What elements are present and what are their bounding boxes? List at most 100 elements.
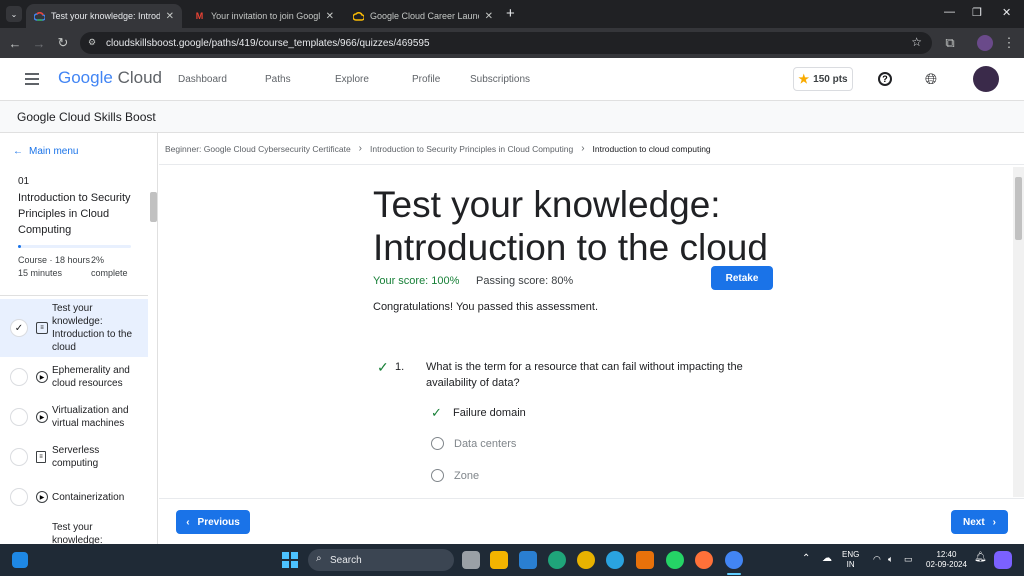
language-globe-icon[interactable]: 🌐︎	[925, 71, 937, 88]
tab-title: Google Cloud Career Launchpa	[370, 11, 479, 21]
completion-label: complete	[91, 268, 128, 278]
next-button[interactable]: Next ›	[951, 510, 1008, 534]
page-title-line2: Introduction to the cloud	[373, 227, 768, 268]
copilot-icon[interactable]	[994, 551, 1012, 569]
clock[interactable]: 12:40 02-09-2024	[926, 550, 967, 570]
breadcrumb-divider	[159, 164, 1024, 165]
option-data-centers[interactable]: Data centers	[431, 437, 516, 450]
main-scrollbar-thumb[interactable]	[1015, 177, 1022, 240]
sidebar-item-quiz-next[interactable]: Test your knowledge:	[0, 517, 148, 544]
document-icon: ≡	[36, 451, 46, 463]
google-cloud-icon	[353, 11, 364, 22]
tray-overflow-icon[interactable]: ⌃	[802, 554, 810, 564]
language-indicator[interactable]: ENG IN	[842, 550, 859, 570]
option-label: Data centers	[454, 437, 517, 450]
breadcrumb-course[interactable]: Introduction to Security Principles in C…	[370, 144, 573, 154]
sidebar-item-virtualization[interactable]: ▶ Virtualization and virtual machines	[0, 401, 148, 433]
chevron-right-icon: ›	[992, 516, 997, 528]
search-label: Search	[330, 554, 362, 566]
battery-icon[interactable]: ▭	[904, 554, 913, 564]
widgets-icon[interactable]	[12, 552, 28, 568]
back-icon[interactable]: ←	[7, 35, 23, 51]
telegram-icon[interactable]	[606, 551, 624, 569]
option-failure-domain[interactable]: ✓ Failure domain	[431, 405, 526, 421]
browser-tab[interactable]: M Your invitation to join Google C ✕	[186, 4, 342, 28]
firefox-icon[interactable]	[695, 551, 713, 569]
edge-icon[interactable]	[548, 551, 566, 569]
nav-paths[interactable]: Paths	[265, 74, 291, 85]
close-icon[interactable]: ✕	[485, 11, 493, 22]
main-content: Beginner: Google Cloud Cybersecurity Cer…	[159, 133, 1024, 544]
file-explorer-icon[interactable]	[490, 551, 508, 569]
bookmark-star-icon[interactable]: ☆	[911, 35, 922, 49]
url-field[interactable]: ⚙ cloudskillsboost.google/paths/419/cour…	[80, 32, 932, 54]
chevron-right-icon: ›	[581, 143, 585, 154]
gmail-icon: M	[195, 11, 204, 21]
hamburger-menu-icon[interactable]	[25, 73, 39, 85]
chrome-icon[interactable]	[577, 551, 595, 569]
site-info-icon[interactable]: ⚙	[88, 37, 96, 48]
chrome-active-icon[interactable]	[725, 551, 743, 569]
lang-line1: ENG	[842, 550, 860, 559]
retake-button[interactable]: Retake	[711, 266, 773, 290]
nav-dashboard[interactable]: Dashboard	[178, 74, 227, 85]
breadcrumb-current: Introduction to cloud computing	[592, 143, 711, 154]
option-zone[interactable]: Zone	[431, 469, 479, 482]
help-icon[interactable]: ?	[878, 72, 892, 86]
sidebar-item-serverless[interactable]: ≡ Serverless computing	[0, 441, 148, 473]
nav-explore[interactable]: Explore	[335, 74, 369, 85]
play-video-icon: ▶	[36, 371, 48, 383]
task-view-icon[interactable]	[462, 551, 480, 569]
vscode-icon[interactable]	[519, 551, 537, 569]
start-button[interactable]	[282, 552, 298, 568]
browser-tab[interactable]: Google Cloud Career Launchpa ✕	[345, 4, 501, 28]
google-cloud-logo[interactable]: Google Cloud	[58, 68, 162, 88]
nav-profile[interactable]: Profile	[412, 74, 440, 85]
sidebar-scrollbar[interactable]	[150, 192, 157, 222]
browser-tab-active[interactable]: Test your knowledge: Introducti ✕	[26, 4, 182, 28]
minimize-icon[interactable]: —	[944, 6, 955, 18]
points-label: 150 pts	[813, 73, 848, 85]
whatsapp-icon[interactable]	[666, 551, 684, 569]
sidebar-item-label: Virtualization and virtual machines	[52, 405, 129, 429]
tab-title: Your invitation to join Google C	[211, 11, 320, 21]
breadcrumb-certificate[interactable]: Beginner: Google Cloud Cybersecurity Cer…	[165, 144, 351, 154]
sidebar-item-label: Test your knowledge:	[52, 522, 103, 544]
module-progress-fill	[18, 245, 22, 248]
sidebar-item-quiz-intro-cloud[interactable]: ✓ ≡ Test your knowledge: Introduction to…	[0, 299, 148, 357]
onedrive-icon[interactable]: ☁	[822, 554, 832, 564]
taskbar-search[interactable]: ⌕ Search	[308, 549, 454, 571]
sidebar-item-label: Containerization	[52, 492, 125, 503]
forward-icon[interactable]: →	[31, 35, 47, 51]
incomplete-circle-icon	[10, 408, 28, 426]
module-number: 01	[18, 176, 30, 187]
close-icon[interactable]: ✕	[166, 11, 174, 22]
sidebar-item-containerization[interactable]: ▶ Containerization	[0, 485, 148, 509]
reload-icon[interactable]: ↻	[55, 35, 71, 51]
nav-subscriptions[interactable]: Subscriptions	[470, 74, 530, 85]
user-avatar[interactable]	[973, 66, 999, 92]
tab-search-button[interactable]: ⌄	[6, 6, 22, 22]
os-taskbar: ⌕ Search ⌃ ☁ ENG IN ◠ 🔈︎ ▭ 12:40 02-09-2…	[0, 544, 1024, 576]
skills-boost-title[interactable]: Google Cloud Skills Boost	[17, 110, 156, 124]
window-close-icon[interactable]: ✕	[1002, 6, 1011, 19]
notification-bell-icon[interactable]: 🔔︎	[974, 553, 987, 563]
previous-button[interactable]: ‹ Previous	[176, 510, 250, 534]
points-badge[interactable]: ★ 150 pts	[793, 67, 853, 91]
wifi-icon[interactable]: ◠	[873, 554, 881, 564]
correct-check-icon: ✓	[377, 359, 389, 375]
more-menu-icon[interactable]: ⋮	[1001, 35, 1017, 51]
logo-cloud: Cloud	[117, 68, 162, 87]
restore-icon[interactable]: ❐	[972, 6, 982, 19]
close-icon[interactable]: ✕	[326, 11, 334, 22]
address-bar: ← → ↻ ⚙ cloudskillsboost.google/paths/41…	[0, 28, 1024, 58]
app-icon[interactable]	[636, 551, 654, 569]
profile-avatar[interactable]	[977, 35, 993, 51]
main-menu-link[interactable]: ← Main menu	[13, 146, 78, 157]
new-tab-button[interactable]: +	[506, 5, 515, 22]
sidebar-item-ephemerality[interactable]: ▶ Ephemerality and cloud resources	[0, 361, 148, 393]
course-info: Course · 18 hours	[18, 255, 91, 265]
main-scrollbar[interactable]	[1013, 167, 1024, 497]
extensions-icon[interactable]: ⧉	[942, 35, 958, 51]
volume-icon[interactable]: 🔈︎	[888, 554, 893, 564]
